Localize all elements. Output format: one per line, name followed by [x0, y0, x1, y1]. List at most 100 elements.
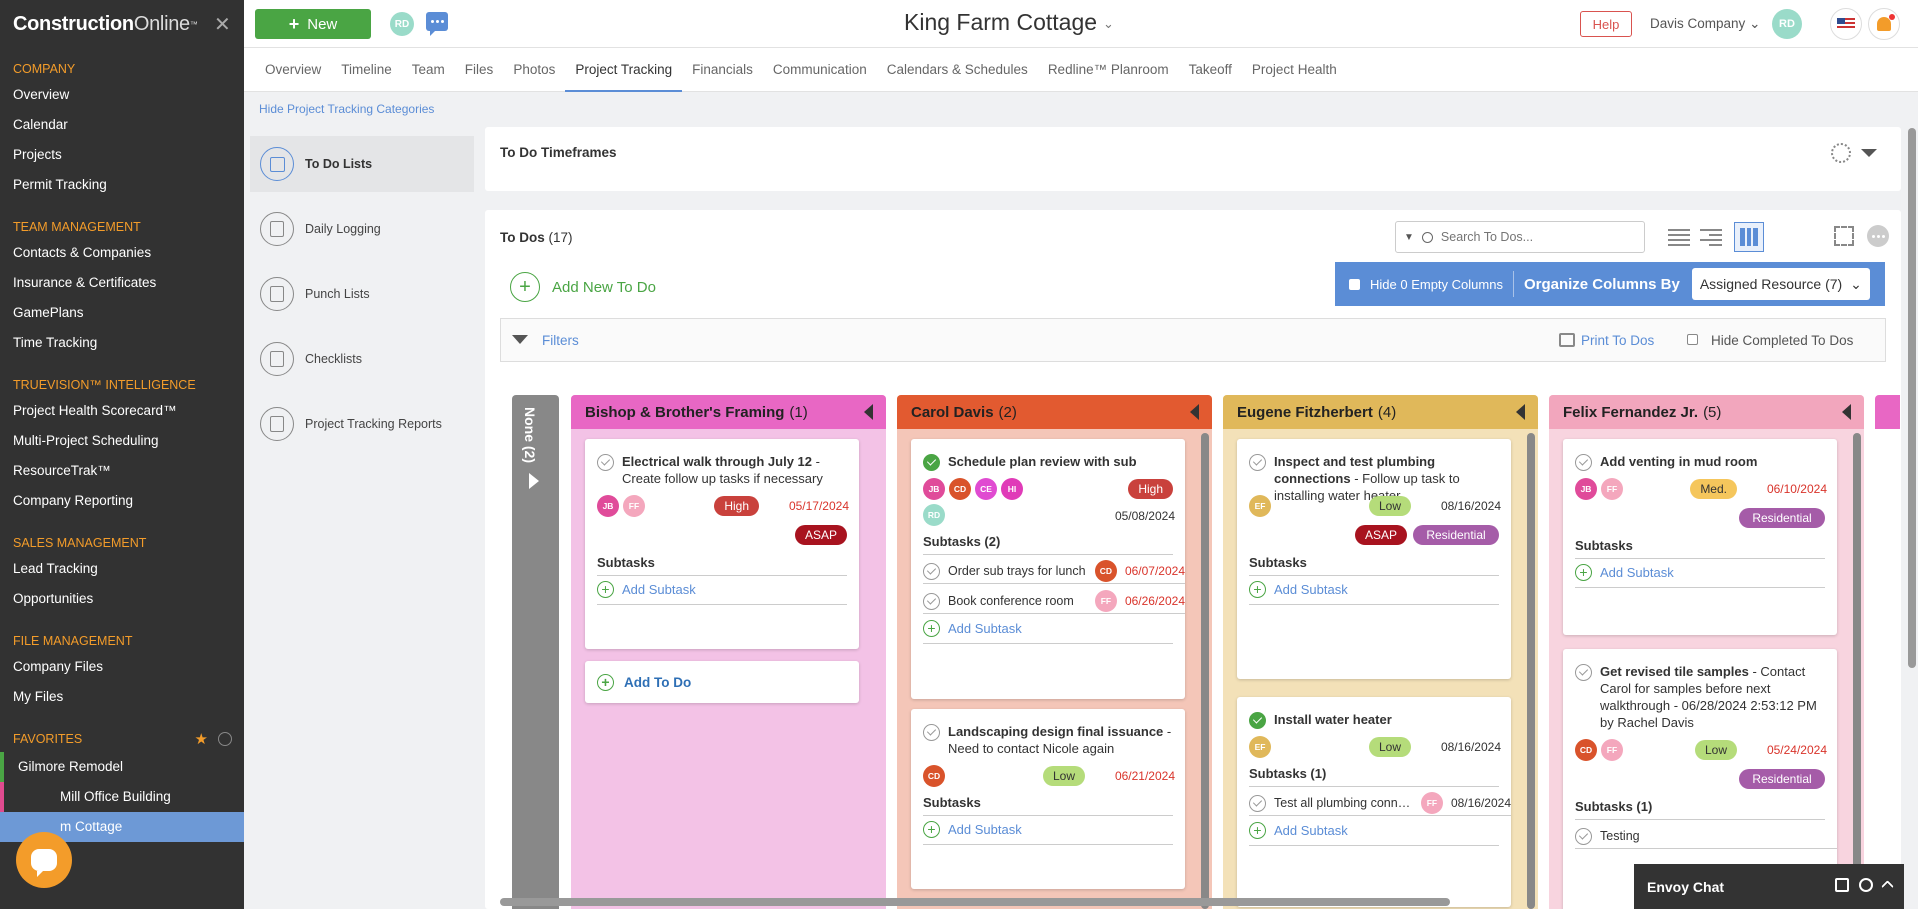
- todo-card[interactable]: Install water heater EF Low 08/16/2024 Subta…: [1237, 697, 1511, 907]
- subtask-row[interactable]: Order sub trays for lunch CD 06/07/2024: [923, 558, 1185, 584]
- sidebar-item[interactable]: Permit Tracking: [0, 170, 244, 200]
- close-icon[interactable]: ✕: [214, 12, 231, 37]
- check-circle-icon[interactable]: [1249, 454, 1266, 471]
- nav-tab[interactable]: Project Health: [1242, 48, 1347, 92]
- collapse-left-icon[interactable]: [1842, 404, 1851, 420]
- board-view-icon[interactable]: [1734, 222, 1764, 252]
- add-subtask-button[interactable]: + Add Subtask: [597, 581, 847, 605]
- assignee-avatar[interactable]: CE: [975, 478, 997, 500]
- subtask-row[interactable]: Testing: [1575, 823, 1837, 849]
- collapse-left-icon[interactable]: [864, 404, 873, 420]
- expand-arrow-icon[interactable]: [529, 473, 539, 489]
- notifications-button[interactable]: [1868, 8, 1900, 40]
- column-scrollbar[interactable]: [1527, 433, 1535, 909]
- check-circle-icon[interactable]: [1249, 794, 1266, 812]
- search-dropdown-icon[interactable]: ▼: [1404, 232, 1414, 243]
- list-view-icon[interactable]: [1668, 226, 1690, 248]
- search-input[interactable]: [1440, 230, 1621, 244]
- organize-by-select[interactable]: Assigned Resource (7) ⌄: [1691, 268, 1870, 300]
- more-options-icon[interactable]: [1867, 225, 1889, 247]
- completed-check-icon[interactable]: [1249, 712, 1266, 729]
- sidebar-item[interactable]: Calendar: [0, 110, 244, 140]
- user-avatar[interactable]: RD: [390, 12, 414, 36]
- column-scrollbar[interactable]: [1853, 433, 1861, 909]
- hide-categories-link[interactable]: Hide Project Tracking Categories: [259, 102, 434, 116]
- add-subtask-button[interactable]: + Add Subtask: [923, 620, 1173, 644]
- nav-tab[interactable]: Redline™ Planroom: [1038, 48, 1179, 92]
- add-subtask-button[interactable]: + Add Subtask: [1249, 581, 1499, 605]
- subtask-avatar[interactable]: FF: [1420, 791, 1443, 814]
- collapse-left-icon[interactable]: [1190, 404, 1199, 420]
- subtask-row[interactable]: Test all plumbing connections FF 08/16/202…: [1249, 790, 1511, 816]
- sidebar-item[interactable]: Time Tracking: [0, 328, 244, 358]
- subtask-row[interactable]: Book conference room FF 06/26/2024: [923, 588, 1185, 614]
- nav-tab[interactable]: Overview: [255, 48, 331, 92]
- assignee-avatar[interactable]: FF: [1601, 478, 1623, 500]
- nav-tab[interactable]: Files: [455, 48, 504, 92]
- add-subtask-button[interactable]: + Add Subtask: [1249, 822, 1499, 846]
- hide-completed-checkbox[interactable]: [1687, 334, 1698, 345]
- sidebar-item[interactable]: Lead Tracking: [0, 554, 244, 584]
- category-item[interactable]: To Do Lists: [250, 136, 474, 192]
- add-subtask-button[interactable]: + Add Subtask: [1575, 564, 1825, 588]
- project-selector[interactable]: King Farm Cottage ⌄: [904, 9, 1114, 36]
- column-header[interactable]: Bishop & Brother's Framing (1): [571, 395, 886, 429]
- message-icon[interactable]: [426, 12, 448, 36]
- nav-tab[interactable]: Project Tracking: [565, 48, 683, 92]
- nav-tab[interactable]: Financials: [682, 48, 763, 92]
- sidebar-item[interactable]: Opportunities: [0, 584, 244, 614]
- assignee-avatar[interactable]: CD: [923, 765, 945, 787]
- assignee-avatar[interactable]: FF: [1601, 739, 1623, 761]
- todo-card[interactable]: Electrical walk through July 12 - Create…: [585, 439, 859, 649]
- assignee-avatar[interactable]: JB: [923, 478, 945, 500]
- assignee-avatar[interactable]: JB: [1575, 478, 1597, 500]
- check-circle-icon[interactable]: [1575, 664, 1592, 681]
- check-circle-icon[interactable]: [1575, 827, 1592, 845]
- settings-icon[interactable]: [1859, 878, 1873, 892]
- add-new-todo-button[interactable]: + Add New To Do: [510, 272, 656, 302]
- category-item[interactable]: Daily Logging: [250, 201, 474, 257]
- new-button[interactable]: + New: [255, 9, 371, 39]
- sidebar-item[interactable]: Company Files: [0, 652, 244, 682]
- envoy-chat-bar[interactable]: Envoy Chat: [1634, 864, 1904, 909]
- sidebar-item[interactable]: Multi-Project Scheduling: [0, 426, 244, 456]
- sidebar-item[interactable]: GamePlans: [0, 298, 244, 328]
- nav-tab[interactable]: Team: [402, 48, 455, 92]
- check-circle-icon[interactable]: [1575, 454, 1592, 471]
- check-circle-icon[interactable]: [923, 592, 940, 610]
- vertical-scrollbar[interactable]: [1908, 128, 1916, 668]
- filter-caret-icon[interactable]: [512, 335, 528, 344]
- column-header[interactable]: Felix Fernandez Jr. (5): [1549, 395, 1864, 429]
- sidebar-item[interactable]: Company Reporting: [0, 486, 244, 516]
- sidebar-item[interactable]: ResourceTrak™: [0, 456, 244, 486]
- nav-tab[interactable]: Timeline: [331, 48, 402, 92]
- favorite-project[interactable]: Gilmore Remodel: [0, 752, 244, 782]
- check-circle-icon[interactable]: [597, 454, 614, 471]
- compose-icon[interactable]: [1835, 878, 1849, 892]
- brand-logo[interactable]: Construction Online ™ ✕: [0, 0, 244, 48]
- nav-tab[interactable]: Photos: [503, 48, 565, 92]
- sidebar-item[interactable]: My Files: [0, 682, 244, 712]
- assignee-avatar[interactable]: EF: [1249, 736, 1271, 758]
- assignee-avatar[interactable]: EF: [1249, 495, 1271, 517]
- todo-card[interactable]: Inspect and test plumbing connections - …: [1237, 439, 1511, 679]
- nav-tab[interactable]: Calendars & Schedules: [877, 48, 1038, 92]
- horizontal-scrollbar[interactable]: [500, 898, 1450, 906]
- column-scrollbar[interactable]: [1201, 433, 1209, 909]
- sidebar-item[interactable]: Projects: [0, 140, 244, 170]
- filters-link[interactable]: Filters: [542, 333, 579, 348]
- add-subtask-button[interactable]: + Add Subtask: [923, 821, 1173, 845]
- fullscreen-icon[interactable]: [1834, 226, 1854, 246]
- assignee-avatar[interactable]: CD: [1575, 739, 1597, 761]
- clock-icon[interactable]: [218, 732, 232, 746]
- category-item[interactable]: Project Tracking Reports: [250, 396, 474, 452]
- todo-card[interactable]: Landscaping design final issuance - Need…: [911, 709, 1185, 889]
- language-button[interactable]: [1830, 8, 1862, 40]
- sidebar-item[interactable]: Insurance & Certificates: [0, 268, 244, 298]
- add-todo-card[interactable]: + Add To Do: [585, 661, 859, 703]
- gear-icon[interactable]: [1831, 143, 1851, 163]
- hide-empty-checkbox[interactable]: [1349, 278, 1360, 290]
- assignee-avatar[interactable]: FF: [623, 495, 645, 517]
- sidebar-item[interactable]: Project Health Scorecard™: [0, 396, 244, 426]
- subtask-avatar[interactable]: CD: [1094, 559, 1117, 582]
